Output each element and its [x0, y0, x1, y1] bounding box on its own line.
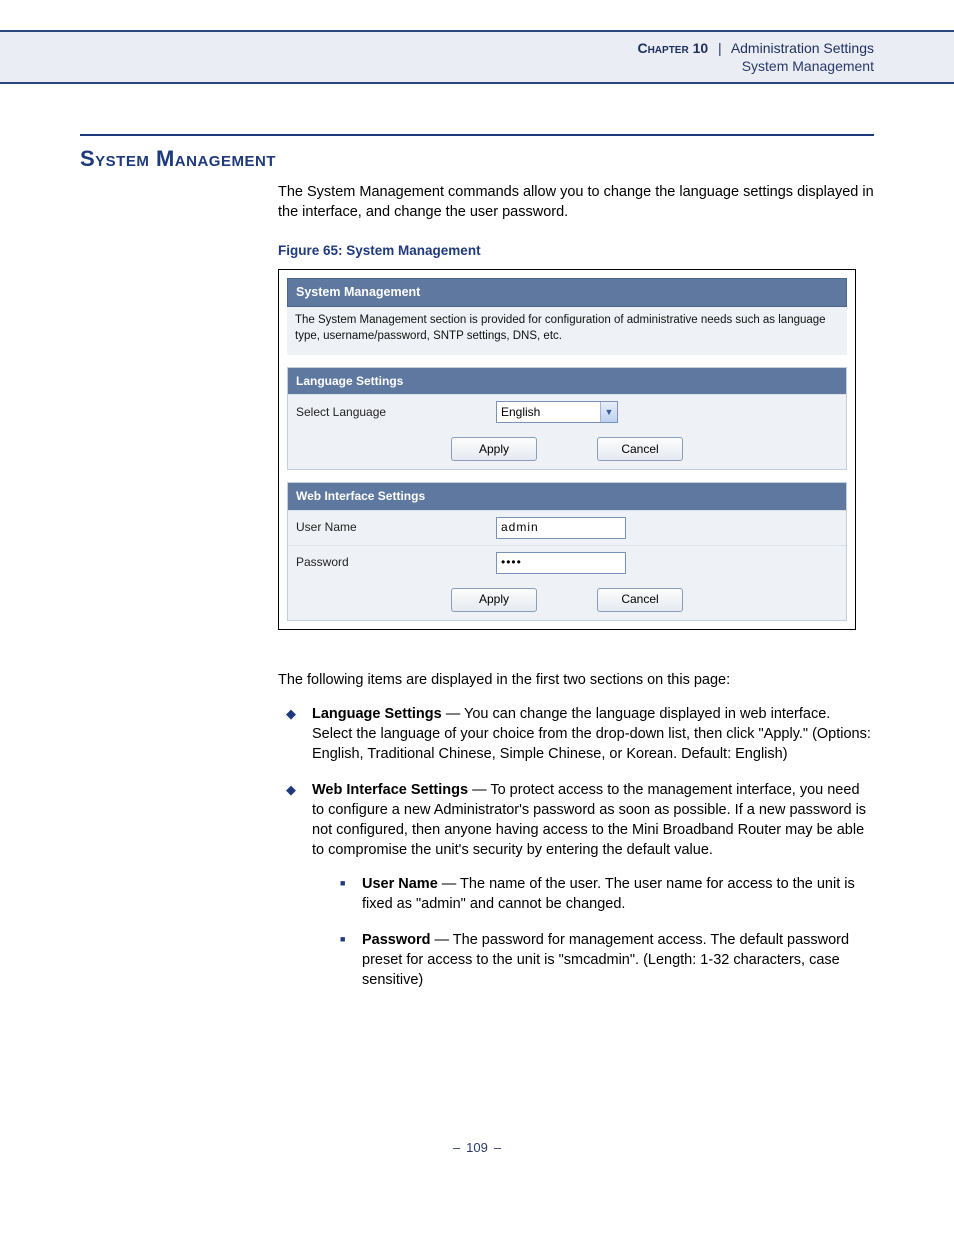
list-item: User Name — The name of the user. The us…	[332, 874, 874, 914]
item-title: Web Interface Settings	[312, 782, 468, 798]
language-select[interactable]: English ▼	[496, 401, 618, 423]
username-input[interactable]: admin	[496, 517, 626, 539]
page-header: Chapter 10 | Administration Settings Sys…	[0, 30, 954, 84]
web-apply-button[interactable]: Apply	[451, 588, 537, 612]
figure-caption: Figure 65: System Management	[278, 242, 874, 261]
subitem-body: — The password for management access. Th…	[362, 932, 849, 988]
select-language-label: Select Language	[296, 404, 496, 421]
language-apply-button[interactable]: Apply	[451, 437, 537, 461]
feature-list: Language Settings — You can change the l…	[278, 704, 874, 990]
sub-list: User Name — The name of the user. The us…	[332, 874, 874, 990]
section-rule	[80, 134, 874, 136]
breadcrumb-1: Administration Settings	[731, 40, 874, 56]
language-select-value: English	[497, 402, 600, 422]
web-interface-settings-panel: Web Interface Settings User Name admin P…	[287, 482, 847, 621]
chapter-label: Chapter 10	[637, 40, 708, 56]
page-footer: –109–	[0, 1140, 954, 1185]
item-title: Language Settings	[312, 706, 442, 722]
section-title: System Management	[80, 146, 874, 172]
panel-description: The System Management section is provide…	[287, 307, 847, 355]
language-settings-panel: Language Settings Select Language Englis…	[287, 367, 847, 471]
web-cancel-button[interactable]: Cancel	[597, 588, 683, 612]
username-label: User Name	[296, 519, 496, 536]
subitem-title: Password	[362, 932, 431, 948]
list-item: Language Settings — You can change the l…	[278, 704, 874, 764]
language-cancel-button[interactable]: Cancel	[597, 437, 683, 461]
web-interface-settings-title: Web Interface Settings	[288, 483, 846, 510]
panel-title: System Management	[287, 278, 847, 307]
body-lead: The following items are displayed in the…	[278, 670, 874, 690]
password-label: Password	[296, 554, 496, 571]
subitem-title: User Name	[362, 876, 438, 892]
language-settings-title: Language Settings	[288, 368, 846, 395]
figure-system-management: System Management The System Management …	[278, 269, 856, 630]
separator: |	[718, 40, 722, 56]
chevron-down-icon: ▼	[600, 402, 617, 422]
list-item: Web Interface Settings — To protect acce…	[278, 780, 874, 990]
password-input[interactable]: ••••	[496, 552, 626, 574]
breadcrumb-2: System Management	[0, 58, 874, 74]
list-item: Password — The password for management a…	[332, 930, 874, 990]
section-intro: The System Management commands allow you…	[278, 182, 874, 222]
page-number: 109	[466, 1140, 488, 1155]
